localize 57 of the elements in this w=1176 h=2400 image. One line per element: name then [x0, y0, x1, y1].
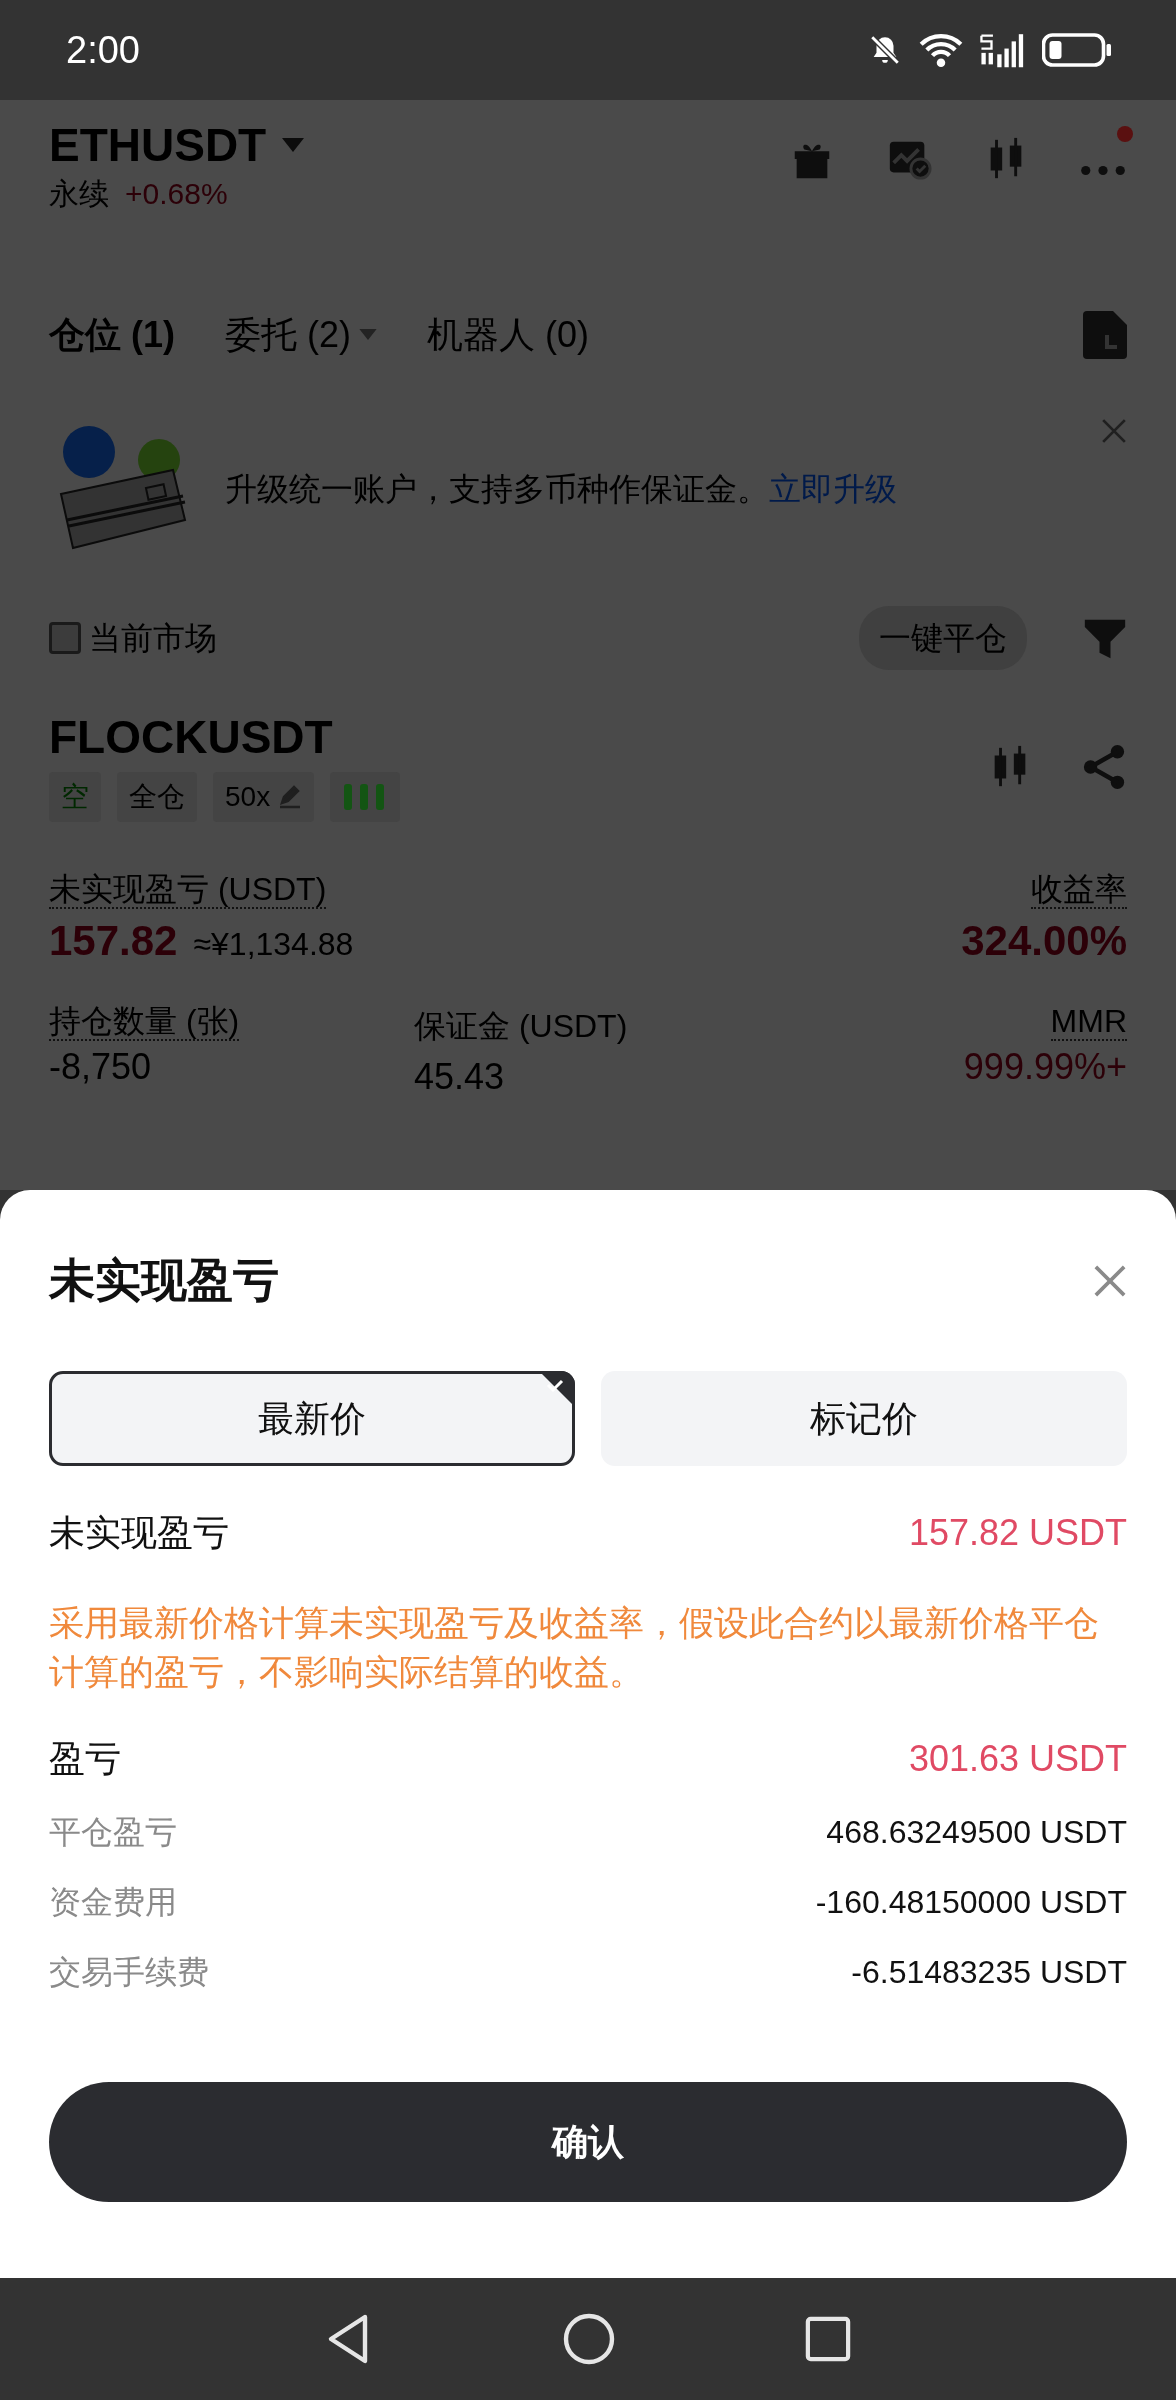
close-icon[interactable] — [1101, 417, 1127, 444]
check-icon — [539, 1371, 575, 1407]
row-value: 157.82 USDT — [908, 1511, 1127, 1555]
metric-value: 157.82 — [49, 915, 178, 966]
tab[interactable]: 机器人 (0) — [427, 307, 589, 362]
banner-message: 升级统一账户，支持多币种作保证金。立即升级 — [225, 469, 898, 509]
pencil-icon — [278, 785, 303, 810]
margin-mode-tag: 全仓 — [117, 772, 197, 823]
cell-signal-icon — [980, 32, 1026, 68]
metric-label[interactable]: 未实现盈亏 (USDT) — [49, 871, 327, 910]
row-value: -160.48150000 USDT — [815, 1883, 1127, 1922]
metric-label[interactable]: MMR — [1050, 1002, 1127, 1041]
tab[interactable]: 委托 (2) — [225, 307, 377, 362]
metric-label[interactable]: 收益率 — [1031, 871, 1127, 910]
checkbox-label: 当前市场 — [89, 618, 217, 658]
confirm-button[interactable]: 确认 — [49, 2082, 1127, 2202]
bell-off-icon — [868, 33, 902, 67]
metric-label[interactable]: 持仓数量 (张) — [49, 1002, 240, 1041]
document-clock-icon[interactable] — [1083, 310, 1127, 359]
metric-value: -8,750 — [49, 1044, 153, 1089]
metric-value: 45.43 — [414, 1054, 506, 1099]
close-icon[interactable] — [1093, 1263, 1127, 1298]
risk-bars-icon — [330, 772, 401, 823]
price-option[interactable]: 标记价 — [601, 1371, 1127, 1466]
row-value: 468.63249500 USDT — [826, 1813, 1127, 1852]
row-label: 交易手续费 — [49, 1953, 209, 1992]
row-label: 未实现盈亏 — [49, 1511, 229, 1555]
side-tag: 空 — [49, 772, 101, 823]
sheet-title: 未实现盈亏 — [49, 1253, 279, 1308]
metric-value: 999.99%+ — [962, 1044, 1127, 1089]
caret-icon — [359, 329, 377, 341]
row-label: 资金费用 — [49, 1883, 177, 1922]
share-icon[interactable] — [1081, 743, 1127, 790]
metric-label: 保证金 (USDT) — [414, 1007, 628, 1044]
status-time: 2:00 — [66, 27, 140, 73]
row-value: -6.51483235 USDT — [851, 1953, 1127, 1992]
symbol-title[interactable]: ETHUSDT — [49, 120, 267, 171]
metric-value: 324.00% — [961, 915, 1127, 966]
price-option[interactable]: 最新价 — [49, 1371, 575, 1466]
approx-value: ≈¥1,134.88 — [193, 924, 354, 964]
row-label: 盈亏 — [49, 1737, 121, 1781]
home-icon[interactable] — [563, 2313, 615, 2365]
contract-type: 永续 — [49, 175, 109, 212]
leverage-tag[interactable]: 50x — [213, 772, 315, 823]
battery-icon — [1042, 32, 1114, 68]
upgrade-link[interactable]: 立即升级 — [769, 470, 897, 507]
caret-icon[interactable] — [282, 138, 305, 153]
position-symbol: FLOCKUSDT — [49, 711, 334, 763]
price-change: +0.68% — [125, 175, 228, 212]
row-label: 平仓盈亏 — [49, 1813, 177, 1852]
checkbox[interactable] — [49, 621, 81, 654]
tab[interactable]: 仓位 (1) — [49, 307, 175, 362]
recents-icon[interactable] — [805, 2316, 851, 2362]
note-text: 采用最新价格计算未实现盈亏及收益率，假设此合约以最新价格平仓计算的盈亏，不影响实际结算的收益。 — [49, 1602, 1100, 1693]
close-all-button[interactable]: 一键平仓 — [859, 605, 1027, 670]
wifi-icon — [918, 33, 964, 67]
row-value: 301.63 USDT — [908, 1737, 1127, 1781]
